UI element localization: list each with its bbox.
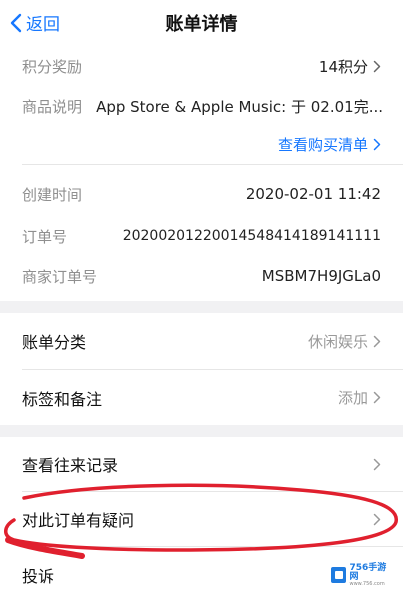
created-time-row: 创建时间 2020-02-01 11:42 — [0, 174, 403, 214]
purchase-list-row[interactable]: 查看购买清单 — [0, 124, 403, 164]
order-number-label: 订单号 — [22, 227, 68, 246]
watermark-icon — [331, 567, 346, 583]
created-time-value: 2020-02-01 11:42 — [245, 185, 381, 203]
question-label: 对此订单有疑问 — [22, 511, 135, 530]
purchase-list-label: 查看购买清单 — [277, 135, 368, 154]
tags-row[interactable]: 标签和备注 添加 — [0, 370, 403, 425]
category-label: 账单分类 — [22, 333, 87, 352]
chevron-right-icon — [373, 138, 381, 150]
points-row[interactable]: 积分奖励 14积分 — [0, 44, 403, 88]
product-row: 商品说明 App Store & Apple Music: 于 02.01完..… — [0, 88, 403, 124]
purchase-list-link[interactable]: 查看购买清单 — [278, 134, 381, 155]
watermark-logo: 756手游网 www.756.com — [331, 562, 391, 587]
details-section: 积分奖励 14积分 商品说明 App Store & Apple Music: … — [0, 44, 403, 164]
chevron-right-icon — [373, 458, 381, 470]
complaint-label: 投诉 — [22, 566, 55, 586]
order-number-value: 20200201220014548414189141111 — [122, 228, 381, 244]
chevron-right-icon — [373, 60, 381, 72]
merchant-order-row: 商家订单号 MSBM7H9JGLa0 — [0, 256, 403, 296]
tags-value: 添加 — [337, 389, 368, 407]
page-title: 账单详情 — [165, 14, 238, 35]
divider — [22, 164, 403, 165]
tags-label: 标签和备注 — [22, 389, 103, 409]
question-row[interactable]: 对此订单有疑问 — [0, 492, 403, 546]
navigation-bar: 返回 账单详情 — [0, 0, 403, 44]
order-number-row: 订单号 20200201220014548414189141111 — [0, 216, 403, 256]
history-row[interactable]: 查看往来记录 — [0, 437, 403, 491]
chevron-right-icon — [373, 391, 381, 404]
watermark-url: www.756.com — [349, 580, 385, 587]
product-label: 商品说明 — [22, 97, 83, 116]
order-info-section: 创建时间 2020-02-01 11:42 订单号 20200201220014… — [0, 164, 403, 301]
category-value: 休闲娱乐 — [307, 332, 368, 351]
history-label: 查看往来记录 — [22, 456, 119, 475]
classification-section: 账单分类 休闲娱乐 标签和备注 添加 — [0, 313, 403, 425]
points-label: 积分奖励 — [22, 57, 83, 76]
product-value: App Store & Apple Music: 于 02.01完... — [96, 97, 383, 116]
created-time-label: 创建时间 — [22, 185, 83, 204]
watermark-brand: 756手游网 — [349, 562, 387, 582]
merchant-order-value: MSBM7H9JGLa0 — [261, 267, 381, 285]
points-value: 14积分 — [318, 57, 368, 76]
category-row[interactable]: 账单分类 休闲娱乐 — [0, 313, 403, 369]
merchant-order-label: 商家订单号 — [22, 267, 98, 286]
chevron-right-icon — [373, 513, 381, 525]
chevron-right-icon — [373, 335, 381, 347]
